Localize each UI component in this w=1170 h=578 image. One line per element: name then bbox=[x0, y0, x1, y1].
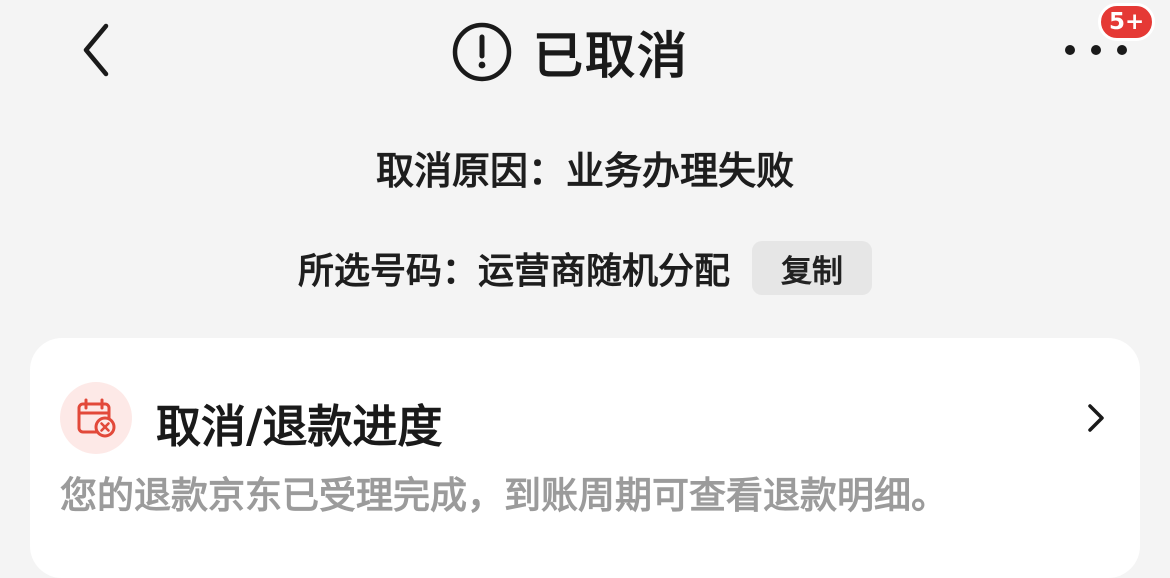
cancel-reason: 取消原因：业务办理失败 bbox=[375, 149, 794, 193]
card-icon-container bbox=[60, 382, 132, 454]
calendar-cancel-icon bbox=[77, 398, 116, 438]
header-bar: 已取消 5+ bbox=[0, 0, 1170, 110]
page-title: 已取消 bbox=[533, 27, 689, 85]
selected-number-row: 所选号码：运营商随机分配 复制 bbox=[0, 240, 1170, 296]
page-title-group: 已取消 bbox=[451, 20, 689, 85]
exclamation-circle-icon bbox=[452, 22, 512, 82]
chevron-left-icon bbox=[83, 23, 109, 77]
back-button[interactable] bbox=[66, 18, 130, 82]
copy-button[interactable]: 复制 bbox=[752, 241, 872, 295]
selected-number: 所选号码：运营商随机分配 bbox=[297, 251, 730, 292]
card-title: 取消/退款进度 bbox=[156, 400, 443, 453]
card-description: 您的退款京东已受理完成，到账周期可查看退款明细。 bbox=[60, 474, 948, 517]
refund-progress-card[interactable]: 取消/退款进度 您的退款京东已受理完成，到账周期可查看退款明细。 bbox=[30, 338, 1140, 578]
chevron-right-icon bbox=[1088, 404, 1104, 432]
notification-badge: 5+ bbox=[1098, 3, 1156, 41]
